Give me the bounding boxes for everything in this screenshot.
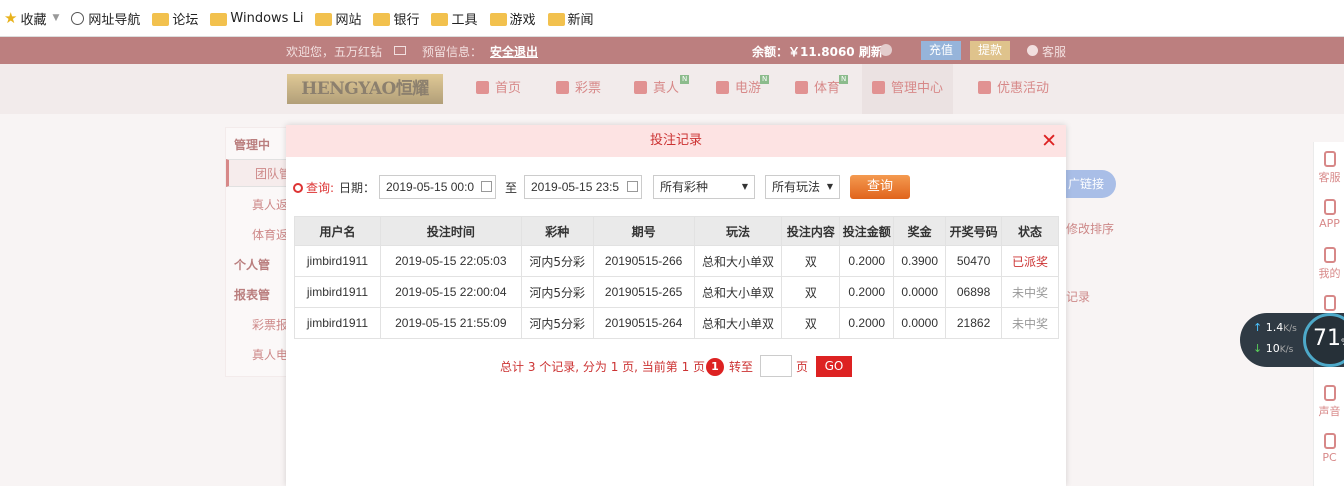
download-arrow-icon: ↓ xyxy=(1253,342,1263,355)
status-badge: 未中奖 xyxy=(1001,307,1059,339)
calendar-icon[interactable] xyxy=(481,181,492,192)
date-to-input[interactable]: 2019-05-15 23:5 xyxy=(524,175,642,199)
chevron-down-icon: ▼ xyxy=(52,13,60,23)
folder-icon xyxy=(489,12,507,26)
star-icon: ★ xyxy=(4,9,18,27)
pagination-summary: 总计 3 个记录, 分为 1 页, 当前第 1 页 xyxy=(500,360,706,374)
col-issue[interactable]: 期号 xyxy=(592,216,695,246)
page-jump-input[interactable] xyxy=(760,355,792,377)
bet-records-table: 用户名 投注时间 彩种 期号 玩法 投注内容 投注金额 奖金 开奖号码 状态 j… xyxy=(294,216,1059,339)
bookmark-news[interactable]: 新闻 xyxy=(547,0,594,37)
folder-icon xyxy=(152,12,170,26)
play-type-select[interactable]: 所有玩法 ▼ xyxy=(765,175,840,199)
col-amount[interactable]: 投注金额 xyxy=(839,216,895,246)
bookmarks-bar: ★ 收藏 ▼ 网址导航 论坛 Windows Li 网站 银行 工具 游戏 新闻 xyxy=(0,0,1344,37)
bookmark-sites[interactable]: 网站 xyxy=(315,0,361,37)
page-number-current[interactable]: 1 xyxy=(706,358,724,376)
status-badge: 未中奖 xyxy=(1001,276,1059,308)
network-speed-widget[interactable]: ↑ 1.4K/s ↓ 10K/s 71% xyxy=(1240,313,1344,367)
col-prize[interactable]: 奖金 xyxy=(893,216,947,246)
upload-speed: 1.4 xyxy=(1265,321,1284,334)
upload-arrow-icon: ↑ xyxy=(1253,321,1263,334)
col-lottery[interactable]: 彩种 xyxy=(520,216,594,246)
col-play[interactable]: 玩法 xyxy=(693,216,783,246)
status-badge: 已派奖 xyxy=(1001,245,1059,277)
search-icon xyxy=(293,183,303,193)
table-row[interactable]: jimbird1911 2019-05-15 22:00:04 河内5分彩 20… xyxy=(294,276,1059,308)
col-draw-number[interactable]: 开奖号码 xyxy=(945,216,1003,246)
table-header-row: 用户名 投注时间 彩种 期号 玩法 投注内容 投注金额 奖金 开奖号码 状态 xyxy=(294,216,1059,246)
col-bet-time[interactable]: 投注时间 xyxy=(379,216,522,246)
memory-gauge: 71% xyxy=(1303,313,1344,367)
folder-icon xyxy=(547,12,565,26)
bookmark-windows[interactable]: Windows Li xyxy=(210,0,303,37)
table-row[interactable]: jimbird1911 2019-05-15 22:05:03 河内5分彩 20… xyxy=(294,245,1059,277)
chevron-down-icon: ▼ xyxy=(826,182,833,191)
download-speed: 10 xyxy=(1265,342,1280,355)
page-unit-label: 页 xyxy=(796,360,809,374)
table-row[interactable]: jimbird1911 2019-05-15 21:55:09 河内5分彩 20… xyxy=(294,307,1059,339)
globe-icon xyxy=(71,11,85,25)
to-label: 至 xyxy=(505,181,518,195)
folder-icon xyxy=(210,12,228,26)
goto-label: 转至 xyxy=(729,360,754,374)
modal-title: 投注记录 xyxy=(649,133,702,148)
bookmark-games[interactable]: 游戏 xyxy=(489,0,536,37)
chevron-down-icon: ▼ xyxy=(741,182,748,191)
col-content[interactable]: 投注内容 xyxy=(781,216,841,246)
col-status[interactable]: 状态 xyxy=(1001,216,1059,246)
close-icon[interactable]: ✕ xyxy=(1041,125,1057,157)
bookmark-nav[interactable]: 网址导航 xyxy=(71,0,140,37)
date-label: 日期： xyxy=(339,181,376,195)
bookmark-tools[interactable]: 工具 xyxy=(431,0,478,37)
calendar-icon[interactable] xyxy=(627,181,638,192)
query-label: 查询: xyxy=(293,179,334,196)
folder-icon xyxy=(315,12,333,26)
folder-icon xyxy=(373,12,391,26)
folder-icon xyxy=(431,12,449,26)
modal-header: 投注记录 ✕ xyxy=(286,125,1066,157)
bet-records-modal: 投注记录 ✕ 查询: 日期： 2019-05-15 00:0 至 2019-05… xyxy=(286,125,1066,486)
go-button[interactable]: GO xyxy=(816,356,852,377)
bookmark-forum[interactable]: 论坛 xyxy=(152,0,198,37)
date-from-input[interactable]: 2019-05-15 00:0 xyxy=(379,175,496,199)
col-username[interactable]: 用户名 xyxy=(294,216,381,246)
query-button[interactable]: 查询 xyxy=(850,175,910,199)
bookmark-bank[interactable]: 银行 xyxy=(373,0,419,37)
query-bar: 查询: 日期： 2019-05-15 00:0 至 2019-05-15 23:… xyxy=(293,175,1053,199)
lottery-type-select[interactable]: 所有彩种 ▼ xyxy=(653,175,755,199)
bookmark-favorites[interactable]: ★ 收藏 ▼ xyxy=(4,0,59,37)
